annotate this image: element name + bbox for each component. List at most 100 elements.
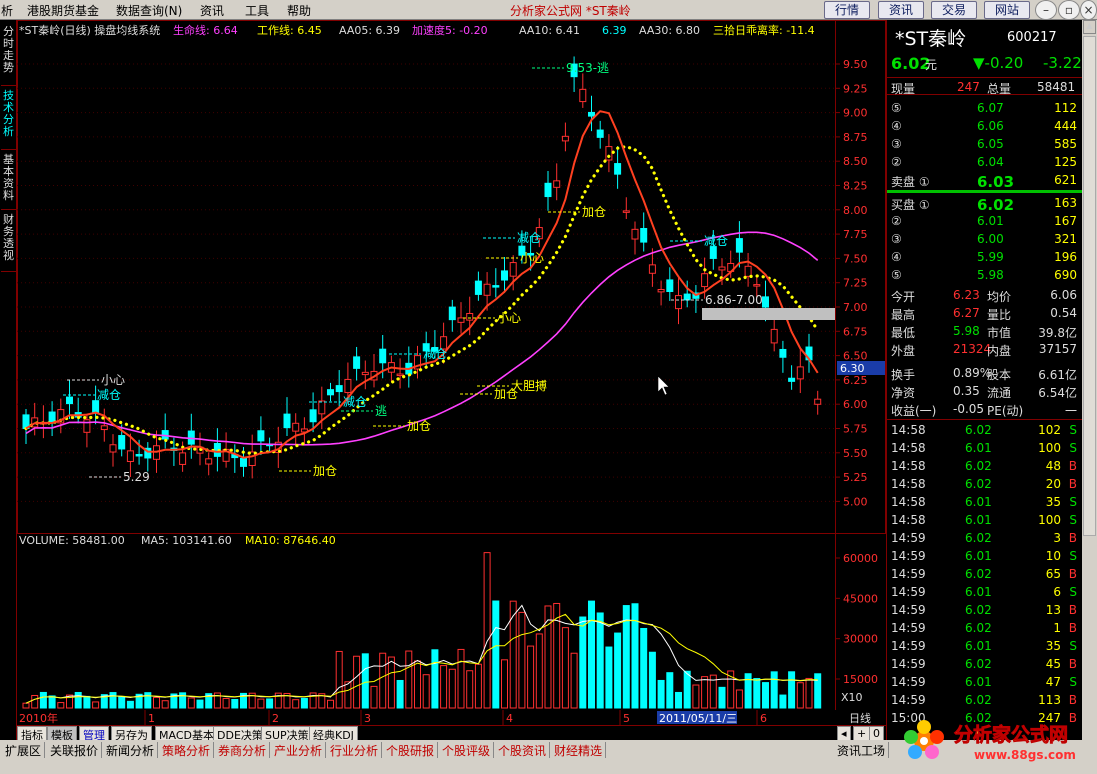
tick-time: 14:59 bbox=[891, 603, 926, 617]
candle-body bbox=[744, 265, 752, 277]
tab-finance-picks[interactable]: 财经精选 bbox=[551, 742, 607, 758]
volume-unit: X10 bbox=[841, 691, 863, 704]
menu-item-hk-futures[interactable]: 港股期货基金 bbox=[27, 2, 99, 19]
tick-row: 14:59 6.01 35 S bbox=[887, 637, 1083, 655]
scroll-up-icon[interactable]: ▲ bbox=[1083, 20, 1096, 34]
stat-value: 6.23 bbox=[953, 288, 980, 302]
scroll-thumb[interactable] bbox=[1083, 36, 1096, 536]
stat-label: 外盘 bbox=[891, 344, 916, 358]
volume-bar bbox=[779, 694, 787, 709]
volume-tick-label: 30000 bbox=[843, 633, 878, 646]
aux-value: 6.39 bbox=[602, 24, 627, 37]
tick-direction: B bbox=[1068, 603, 1077, 617]
watermark-text: 分析家公式网 bbox=[954, 723, 1068, 746]
minimize-icon[interactable]: – bbox=[1035, 0, 1057, 20]
kline-chart-area[interactable]: *ST秦岭(日线) 操盘均线系统 生命线: 6.64 工作线: 6.45 AA0… bbox=[17, 20, 886, 711]
site-watermark: 分析家公式网 www.88gs.com bbox=[896, 713, 1092, 769]
tab-stock-news[interactable]: 个股资讯 bbox=[495, 742, 551, 758]
volume-header: VOLUME: 58481.00 bbox=[19, 534, 125, 547]
tab-info-workshop[interactable]: 资讯工场 bbox=[834, 742, 890, 758]
volume-bar bbox=[231, 699, 239, 709]
tab-technical[interactable]: 技术分析 bbox=[1, 88, 16, 150]
candle-body bbox=[292, 422, 300, 432]
price-tick-label: 7.75 bbox=[843, 228, 868, 241]
candle-body bbox=[501, 270, 508, 281]
stat-value: 21324 bbox=[953, 342, 992, 356]
candle-body bbox=[109, 444, 117, 453]
tick-time: 14:58 bbox=[891, 423, 926, 437]
bid-level: ③ bbox=[891, 232, 902, 246]
volume-bar bbox=[796, 682, 804, 709]
candle-body bbox=[448, 306, 456, 321]
tick-price: 6.01 bbox=[965, 495, 992, 509]
signal-annotations: 9.53-逃5.296.86-7.00小心减仓小心小心减仓减仓减仓 减仓逃加仓加仓… bbox=[63, 61, 763, 484]
ma5-line bbox=[25, 110, 819, 459]
kline-chart-svg[interactable]: *ST秦岭(日线) 操盘均线系统 生命线: 6.64 工作线: 6.45 AA0… bbox=[17, 20, 886, 711]
tab-intraday[interactable]: 分时走势 bbox=[1, 24, 16, 86]
price-change-pct: -3.22 bbox=[1043, 54, 1082, 72]
price-unit: 元 bbox=[925, 58, 938, 72]
candle-body bbox=[579, 88, 587, 103]
menu-item-data-query[interactable]: 数据查询(N) bbox=[116, 2, 182, 19]
menu-item-tools[interactable]: 工具 bbox=[245, 2, 269, 19]
tab-financials[interactable]: 财务透视 bbox=[1, 212, 16, 272]
volume-bar bbox=[222, 698, 230, 709]
volume-bar bbox=[805, 677, 813, 709]
candle-body bbox=[240, 457, 247, 467]
volume-bar bbox=[492, 600, 500, 709]
tab-stock-research[interactable]: 个股研报 bbox=[383, 742, 439, 758]
tick-direction: S bbox=[1069, 423, 1077, 437]
candle-body bbox=[492, 285, 500, 288]
tick-time: 14:58 bbox=[891, 513, 926, 527]
close-icon[interactable]: × bbox=[1080, 0, 1097, 20]
candle-body bbox=[509, 262, 517, 277]
volume-bar bbox=[396, 679, 404, 709]
annotation-xiaoxin2: 小心 bbox=[520, 251, 544, 265]
volume-bar bbox=[361, 653, 369, 709]
period-label[interactable]: 日线 bbox=[849, 711, 871, 725]
tab-related-quotes[interactable]: 关联报价 bbox=[47, 742, 103, 758]
tick-price: 6.01 bbox=[965, 441, 992, 455]
news-button[interactable]: 资讯 bbox=[878, 1, 924, 19]
tab-extension[interactable]: 扩展区 bbox=[2, 742, 46, 758]
tick-volume: 102 bbox=[1038, 423, 1061, 437]
volume-bar bbox=[675, 691, 682, 709]
tab-strategy-analysis[interactable]: 策略分析 bbox=[159, 742, 215, 758]
quotes-button[interactable]: 行情 bbox=[824, 1, 870, 19]
ask-volume: 585 bbox=[1054, 137, 1077, 151]
month-label: 3 bbox=[364, 712, 371, 725]
stat-value: 0.54 bbox=[1050, 306, 1077, 320]
website-button[interactable]: 网站 bbox=[984, 1, 1030, 19]
tab-fundamentals[interactable]: 基本资料 bbox=[1, 152, 16, 210]
tick-time: 14:58 bbox=[891, 441, 926, 455]
candle-body bbox=[596, 129, 604, 138]
tick-direction: B bbox=[1068, 531, 1077, 545]
candle-body bbox=[718, 266, 726, 271]
tab-industry-chain[interactable]: 产业分析 bbox=[271, 742, 327, 758]
annotation-jiacang2: 加仓 bbox=[407, 419, 431, 433]
menu-item-help[interactable]: 帮助 bbox=[287, 2, 311, 19]
candle-body bbox=[361, 371, 369, 376]
menu-item-news[interactable]: 资讯 bbox=[200, 2, 224, 19]
volume-bar bbox=[144, 692, 152, 709]
candle-body bbox=[118, 435, 126, 450]
restore-icon[interactable]: ▫ bbox=[1058, 0, 1080, 20]
tab-broker-analysis[interactable]: 券商分析 bbox=[215, 742, 271, 758]
quote-scrollbar[interactable]: ▲ bbox=[1082, 20, 1097, 740]
tab-sector-analysis[interactable]: 行业分析 bbox=[327, 742, 383, 758]
volume-bar bbox=[196, 699, 204, 709]
volume-bar bbox=[353, 655, 361, 709]
month-label: 6 bbox=[760, 712, 767, 725]
tab-news-analysis[interactable]: 新闻分析 bbox=[103, 742, 159, 758]
candle-body bbox=[83, 419, 91, 433]
tab-stock-rating[interactable]: 个股评级 bbox=[439, 742, 495, 758]
trade-button[interactable]: 交易 bbox=[931, 1, 977, 19]
tick-price: 6.01 bbox=[965, 585, 992, 599]
stock-name: *ST秦岭 bbox=[895, 28, 967, 50]
candle-body bbox=[709, 246, 717, 259]
menu-item-analysis[interactable]: 析 bbox=[1, 2, 13, 19]
bid-row: 买盘 ① 6.02 163 bbox=[887, 194, 1083, 214]
stat-label: 今开 bbox=[891, 290, 916, 304]
volume-bar bbox=[379, 652, 387, 709]
volume-bar bbox=[753, 678, 761, 709]
